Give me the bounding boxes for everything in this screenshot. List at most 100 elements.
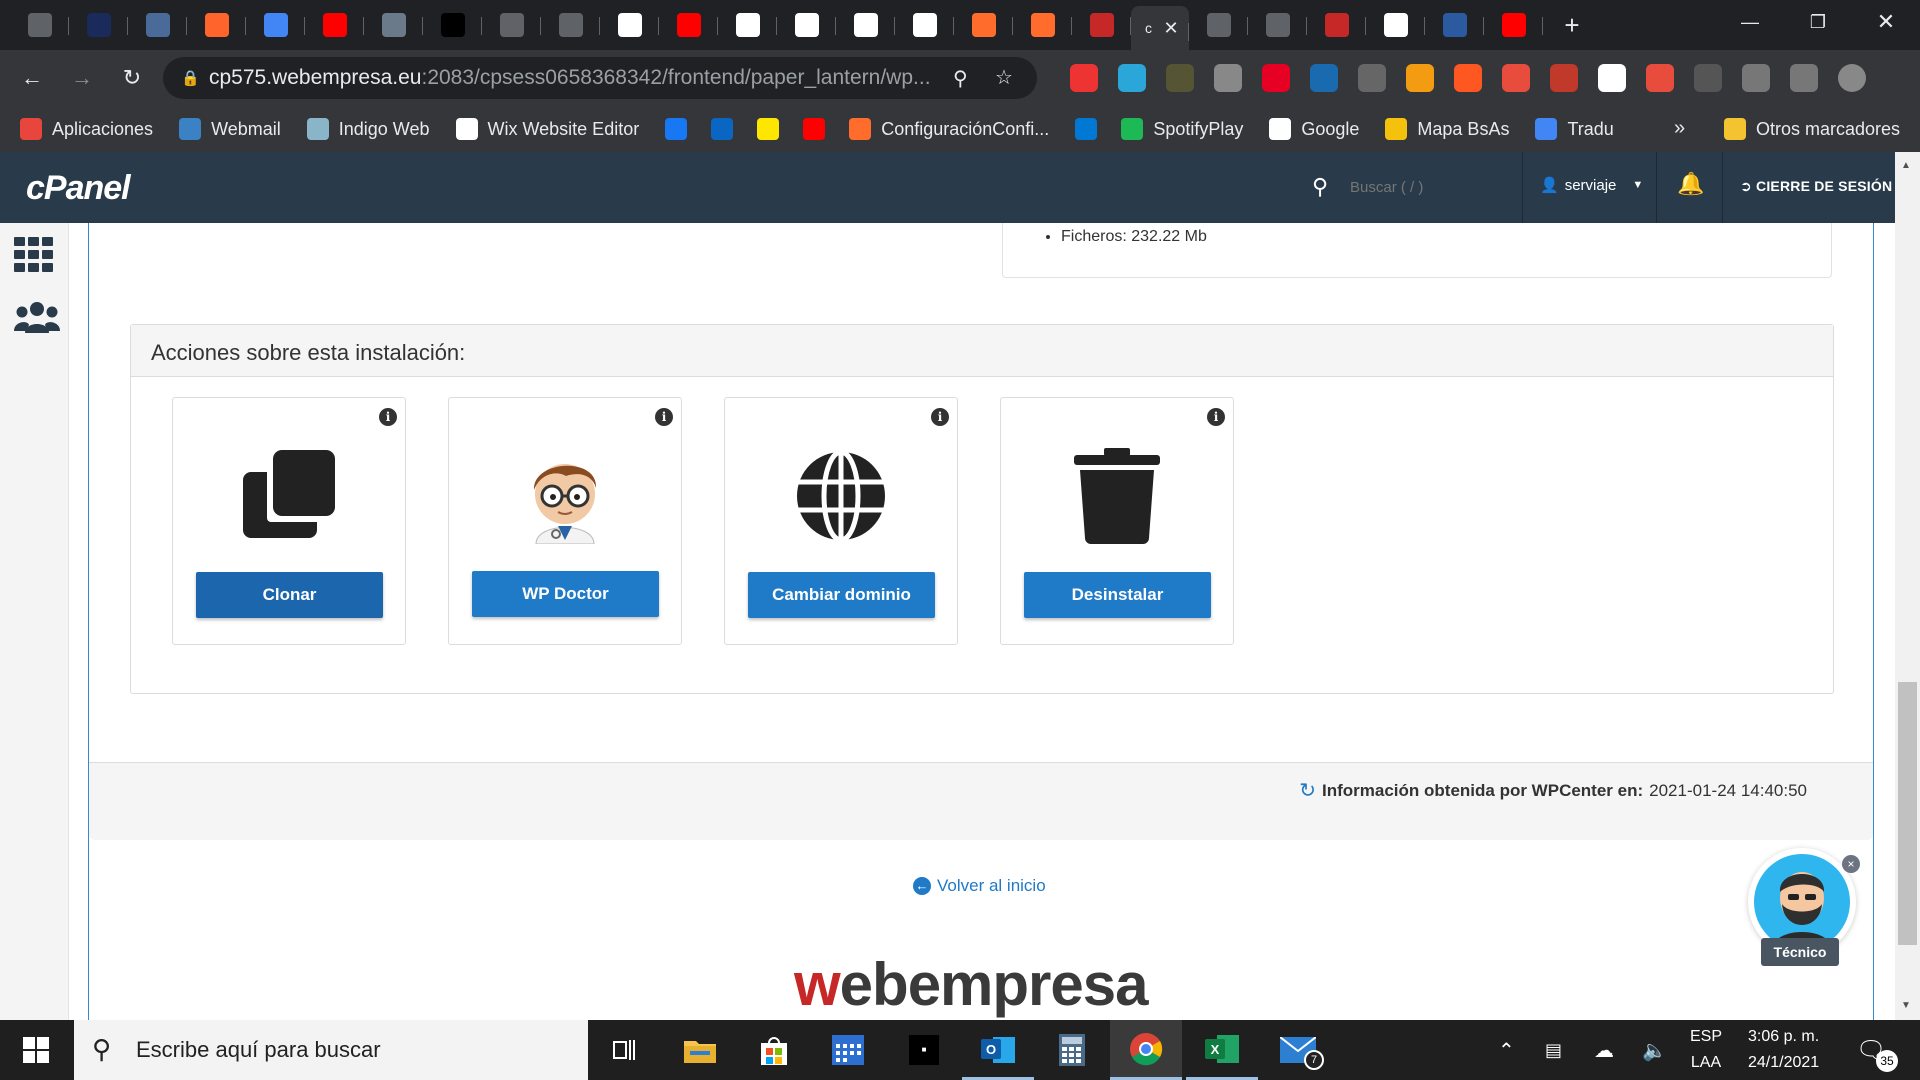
chrome-icon[interactable]	[1110, 1020, 1182, 1080]
browser-tab[interactable]	[954, 0, 1013, 50]
browser-tab[interactable]	[246, 0, 305, 50]
zoom-icon[interactable]: ⚲	[953, 66, 968, 91]
seo-ext-icon[interactable]	[1550, 64, 1578, 92]
new-tab-icon[interactable]: +	[1557, 10, 1587, 41]
browser-tab[interactable]	[1189, 0, 1248, 50]
star-icon[interactable]: ☆	[995, 65, 1013, 90]
rocket-ext-icon[interactable]	[1502, 64, 1530, 92]
bookmark-item[interactable]: Wix Website Editor	[455, 118, 639, 140]
bookmark-item[interactable]	[1075, 118, 1098, 140]
browser-tab[interactable]	[69, 0, 128, 50]
meet-now-icon[interactable]: ▤	[1545, 1020, 1562, 1080]
info-icon[interactable]: i	[931, 408, 949, 426]
browser-tab[interactable]	[364, 0, 423, 50]
tool-ext-icon[interactable]	[1214, 64, 1242, 92]
logout-link[interactable]: ➲ CIERRE DE SESIÓN	[1740, 178, 1892, 195]
m-ext-icon[interactable]	[1694, 64, 1722, 92]
terminal-icon[interactable]: ■	[888, 1020, 960, 1080]
browser-tab[interactable]	[128, 0, 187, 50]
file-explorer-icon[interactable]	[664, 1020, 736, 1080]
close-tab-icon[interactable]: ✕	[1163, 18, 1178, 39]
k-ext-icon[interactable]	[1166, 64, 1194, 92]
discount-ext-icon[interactable]	[1454, 64, 1482, 92]
apps-grid-icon[interactable]	[14, 237, 54, 278]
bookmark-item[interactable]	[757, 118, 780, 140]
refresh-icon[interactable]: ↻	[1299, 778, 1316, 803]
cpanel-search-input[interactable]	[1350, 172, 1510, 202]
browser-tab[interactable]	[187, 0, 246, 50]
browser-tab[interactable]	[718, 0, 777, 50]
notifications-icon[interactable]: 🗨 35	[1856, 1020, 1898, 1080]
bookmark-item[interactable]: Mapa BsAs	[1385, 118, 1509, 140]
back-to-home-link[interactable]: ← Volver al inicio	[913, 876, 1046, 896]
other-bookmarks[interactable]: Otros marcadores	[1724, 118, 1900, 140]
ink-ext-icon[interactable]	[1310, 64, 1338, 92]
bookmarks-overflow[interactable]: »	[1674, 117, 1685, 140]
close-window-icon[interactable]: ✕	[1852, 0, 1920, 44]
browser-tab[interactable]	[1072, 0, 1131, 50]
calendar-icon[interactable]	[812, 1020, 884, 1080]
browser-tab[interactable]	[895, 0, 954, 50]
browser-tab-active[interactable]: c ✕	[1131, 6, 1189, 50]
restore-icon[interactable]: ❐	[1784, 0, 1852, 44]
browser-tab[interactable]	[836, 0, 895, 50]
change-domain-button[interactable]: Cambiar dominio	[748, 572, 935, 618]
browser-tab[interactable]	[305, 0, 364, 50]
bell-icon[interactable]: 🔔	[1677, 171, 1704, 197]
hamburger-ext-icon[interactable]	[1646, 64, 1674, 92]
ublock-icon[interactable]	[1070, 64, 1098, 92]
volume-icon[interactable]: 🔈	[1642, 1020, 1667, 1080]
bookmark-item[interactable]: Tradu	[1535, 118, 1614, 140]
settings-ext-icon[interactable]	[1742, 64, 1770, 92]
user-menu[interactable]: 👤 serviaje ▼	[1540, 176, 1643, 195]
pinterest-icon[interactable]	[1262, 64, 1290, 92]
bookmark-item[interactable]: Google	[1269, 118, 1359, 140]
onedrive-error-icon[interactable]: ☁	[1594, 1020, 1614, 1080]
browser-tab[interactable]	[1013, 0, 1072, 50]
forward-icon[interactable]: →	[60, 56, 104, 100]
browser-tab[interactable]	[423, 0, 482, 50]
wp-doctor-button[interactable]: WP Doctor	[472, 571, 659, 617]
clone-button[interactable]: Clonar	[196, 572, 383, 618]
excel-icon[interactable]: X	[1186, 1020, 1258, 1080]
browser-tab[interactable]	[482, 0, 541, 50]
browser-tab[interactable]	[659, 0, 718, 50]
bookmark-item[interactable]	[803, 118, 826, 140]
browser-tab[interactable]	[541, 0, 600, 50]
clock[interactable]: 3:06 p. m. 24/1/2021	[1748, 1020, 1819, 1080]
scroll-up-icon[interactable]: ▲	[1901, 160, 1911, 171]
mail-icon[interactable]: 7	[1262, 1020, 1334, 1080]
address-bar[interactable]: 🔒 cp575.webempresa.eu :2083/cpsess065836…	[163, 57, 1037, 99]
bookmark-item[interactable]: Indigo Web	[306, 118, 430, 140]
outlook-icon[interactable]: O	[962, 1020, 1034, 1080]
back-icon[interactable]: ←	[10, 56, 54, 100]
task-view-icon[interactable]	[588, 1020, 660, 1080]
bookmark-item[interactable]: Aplicaciones	[20, 118, 153, 140]
browser-tab[interactable]	[1307, 0, 1366, 50]
info-icon[interactable]: i	[1207, 408, 1225, 426]
scroll-thumb[interactable]	[1898, 682, 1917, 945]
users-group-icon[interactable]	[14, 301, 60, 340]
browser-tab[interactable]	[1425, 0, 1484, 50]
info-icon[interactable]: i	[379, 408, 397, 426]
taskbar-search-input[interactable]: ⚲ Escribe aquí para buscar	[74, 1020, 588, 1080]
uninstall-button[interactable]: Desinstalar	[1024, 572, 1211, 618]
profile-icon[interactable]	[1838, 64, 1866, 92]
close-icon[interactable]: ×	[1842, 855, 1860, 873]
browser-tab[interactable]	[10, 0, 69, 50]
language-indicator[interactable]: ESP LAA	[1690, 1020, 1722, 1080]
browser-tab[interactable]	[600, 0, 659, 50]
show-hidden-icons[interactable]: ⌃	[1498, 1020, 1515, 1080]
minimize-icon[interactable]: —	[1716, 0, 1784, 44]
gear-ext-icon[interactable]	[1118, 64, 1146, 92]
page-scrollbar[interactable]: ▲ ▼	[1895, 152, 1920, 1020]
browser-tab[interactable]	[1484, 0, 1543, 50]
code-ext-icon[interactable]	[1358, 64, 1386, 92]
bookmark-item[interactable]: Webmail	[179, 118, 281, 140]
support-chatbot-label[interactable]: Técnico	[1761, 938, 1839, 966]
browser-tab[interactable]	[777, 0, 836, 50]
browser-tab[interactable]	[1366, 0, 1425, 50]
info-icon[interactable]: i	[655, 408, 673, 426]
bookmark-item[interactable]: ConfiguraciónConfi...	[849, 118, 1049, 140]
scroll-down-icon[interactable]: ▼	[1901, 1000, 1911, 1011]
